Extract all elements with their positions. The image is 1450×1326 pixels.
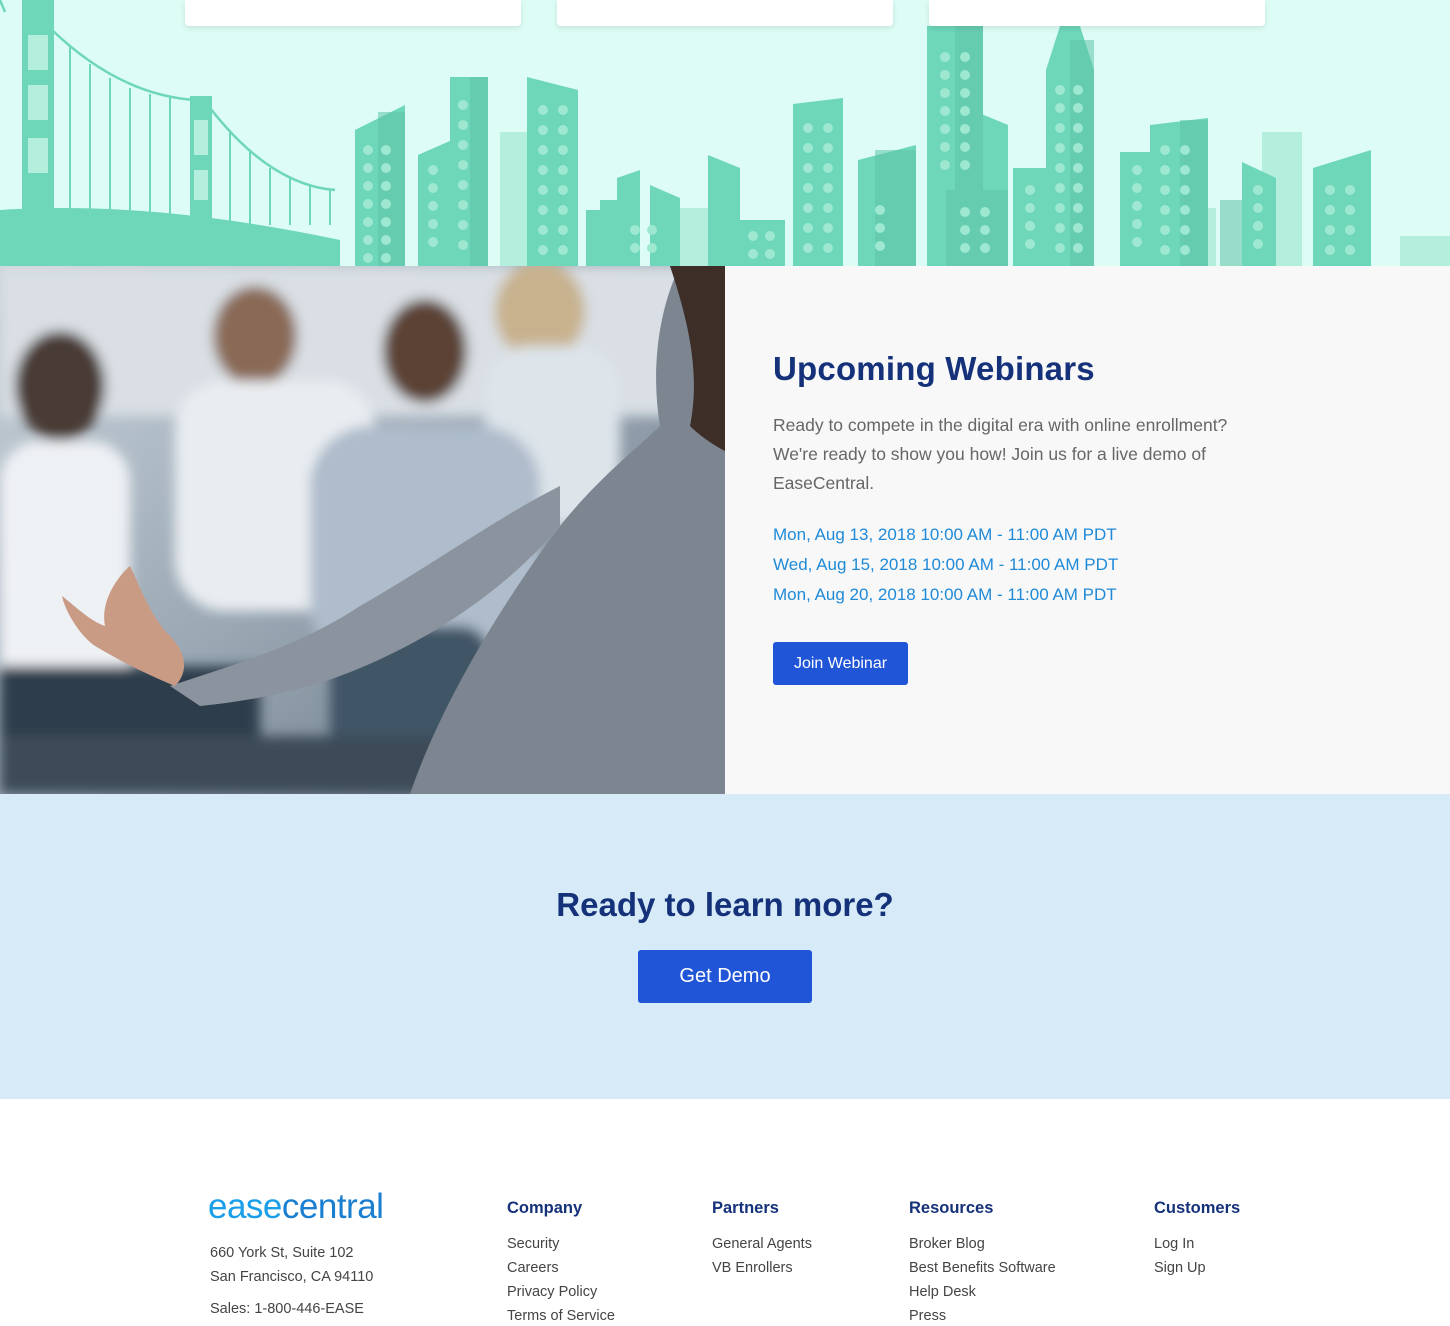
footer-link-best-benefits-software[interactable]: Best Benefits Software [909,1256,1056,1280]
cta-title: Ready to learn more? [556,886,894,923]
address-line-2: San Francisco, CA 94110 [210,1269,374,1285]
footer-link-help-desk[interactable]: Help Desk [909,1280,1056,1304]
logo-text-ease: ease [208,1187,282,1226]
footer-link-general-agents[interactable]: General Agents [712,1232,812,1256]
webinar-date-link[interactable]: Mon, Aug 13, 2018 10:00 AM - 11:00 AM PD… [773,520,1118,550]
footer-column-resources: Resources Broker Blog Best Benefits Soft… [909,1199,1056,1326]
footer-link-press[interactable]: Press [909,1304,1056,1326]
feature-card-2 [557,0,893,26]
webinar-date-link[interactable]: Wed, Aug 15, 2018 10:00 AM - 11:00 AM PD… [773,550,1118,580]
footer-heading: Partners [712,1199,779,1217]
footer-link-careers[interactable]: Careers [507,1256,615,1280]
footer: easecentral 660 York St, Suite 102 San F… [0,1099,1450,1326]
webinar-date-list: Mon, Aug 13, 2018 10:00 AM - 11:00 AM PD… [773,520,1118,610]
presenter-audience-photo [0,266,725,794]
company-address: 660 York St, Suite 102 San Francisco, CA… [210,1241,373,1289]
footer-link-broker-blog[interactable]: Broker Blog [909,1232,1056,1256]
city-skyline-illustration [0,0,1450,266]
webinar-title: Upcoming Webinars [773,350,1095,387]
cta-section: Ready to learn more? Get Demo [0,794,1450,1099]
footer-heading: Resources [909,1199,994,1217]
footer-heading: Customers [1154,1199,1241,1217]
footer-link-sign-up[interactable]: Sign Up [1154,1256,1240,1280]
webinar-photo [0,266,725,794]
footer-link-log-in[interactable]: Log In [1154,1232,1240,1256]
footer-link-vb-enrollers[interactable]: VB Enrollers [712,1256,812,1280]
footer-column-customers: Customers Log In Sign Up [1154,1199,1240,1280]
feature-card-3 [929,0,1265,26]
footer-link-security[interactable]: Security [507,1232,615,1256]
feature-card-1 [185,0,521,26]
webinar-section: Upcoming Webinars Ready to compete in th… [0,266,1450,794]
easecentral-logo[interactable]: easecentral [208,1187,384,1227]
footer-column-company: Company Security Careers Privacy Policy … [507,1199,615,1326]
logo-text-central: central [281,1187,384,1226]
get-demo-button[interactable]: Get Demo [638,950,812,1003]
webinar-description: Ready to compete in the digital era with… [773,415,1228,493]
city-skyline-banner [0,0,1450,266]
webinar-info-panel: Upcoming Webinars Ready to compete in th… [725,266,1450,794]
sales-phone: Sales: 1-800-446-EASE [210,1301,364,1317]
footer-column-partners: Partners General Agents VB Enrollers [712,1199,812,1280]
webinar-date-link[interactable]: Mon, Aug 20, 2018 10:00 AM - 11:00 AM PD… [773,580,1118,610]
footer-link-privacy-policy[interactable]: Privacy Policy [507,1280,615,1304]
footer-heading: Company [507,1199,583,1217]
join-webinar-button[interactable]: Join Webinar [773,642,908,685]
footer-link-terms-of-service[interactable]: Terms of Service [507,1304,615,1326]
address-line-1: 660 York St, Suite 102 [210,1245,354,1261]
